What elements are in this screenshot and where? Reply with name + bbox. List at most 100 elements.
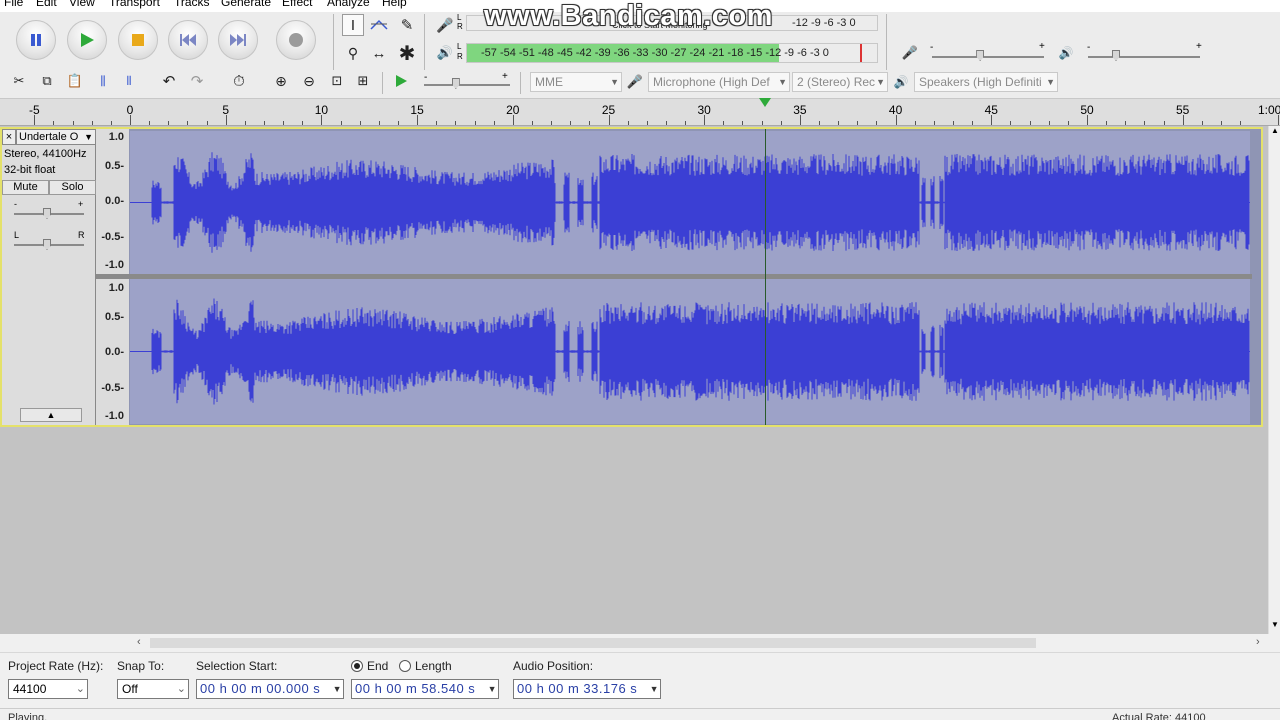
ruler-minor-tick	[589, 121, 591, 125]
menu-edit[interactable]: Edit	[36, 0, 57, 9]
record-button[interactable]	[276, 20, 316, 60]
input-volume-thumb[interactable]	[976, 50, 985, 61]
solo-button[interactable]: Solo	[49, 180, 96, 195]
timeline-ruler[interactable]: -5 0 5 10 15 20 25 30 35 40 45 50 55 1:00	[0, 98, 1280, 126]
zoom-in-button[interactable]: ⊕	[270, 70, 292, 92]
ruler-major-tick	[417, 115, 419, 125]
ruler-minor-tick	[1067, 121, 1069, 125]
playback-meter-button[interactable]: 🔊	[434, 42, 456, 64]
ruler-minor-tick	[570, 121, 572, 125]
redo-button[interactable]: ↷	[186, 70, 208, 92]
triangle-up-icon: ▲	[46, 410, 56, 420]
menu-analyze[interactable]: Analyze	[327, 0, 370, 9]
mute-button[interactable]: Mute	[2, 180, 49, 195]
ruler-minor-tick	[1106, 121, 1108, 125]
envelope-tool-button[interactable]	[368, 14, 390, 36]
magnifier-icon: ⚲	[347, 44, 359, 61]
skip-to-end-button[interactable]	[218, 20, 258, 60]
skip-to-start-button[interactable]	[168, 20, 208, 60]
menu-help[interactable]: Help	[382, 0, 407, 9]
fit-project-button[interactable]: ⊞	[352, 70, 374, 92]
pan-slider-thumb[interactable]	[43, 239, 51, 250]
asterisk-icon: ✱	[398, 42, 416, 65]
menu-file[interactable]: File	[4, 0, 23, 9]
envelope-icon	[370, 19, 388, 30]
chevron-up-icon[interactable]: ▲	[1271, 126, 1279, 135]
selection-end-time[interactable]: 00 h 00 m 58.540 s ▼	[351, 679, 499, 699]
vertical-scrollbar[interactable]: ▲ ▼	[1268, 126, 1280, 634]
audio-position-label: Audio Position:	[513, 659, 594, 673]
close-track-button[interactable]: ×	[2, 129, 16, 145]
menu-effect[interactable]: Effect	[282, 0, 312, 9]
horizontal-scrollbar-thumb[interactable]	[150, 638, 1036, 648]
snap-to-select[interactable]: Off ⌄	[117, 679, 189, 699]
input-volume-slider[interactable]	[932, 56, 1044, 58]
audio-host-select[interactable]: MME ▼	[530, 72, 622, 92]
draw-tool-button[interactable]: ✎	[396, 14, 418, 36]
time-shift-tool-button[interactable]: ↔	[368, 42, 390, 64]
chevron-right-icon[interactable]: ›	[1256, 636, 1260, 648]
playhead-marker[interactable]	[758, 98, 771, 107]
track-name-menu[interactable]: Undertale O ▼	[16, 129, 96, 145]
end-radio[interactable]	[351, 660, 363, 672]
ruler-minor-tick	[531, 121, 533, 125]
zoom-out-button[interactable]: ⊖	[298, 70, 320, 92]
stop-button[interactable]	[118, 20, 158, 60]
recording-channels-select[interactable]: 2 (Stereo) Rec ▼	[792, 72, 888, 92]
track-format-info: Stereo, 44100Hz	[4, 148, 87, 160]
zoom-tool-button[interactable]: ⚲	[342, 42, 364, 64]
menu-tracks[interactable]: Tracks	[174, 0, 210, 9]
copy-button[interactable]: ⧉	[36, 70, 58, 92]
speed-slider-minus: -	[424, 72, 428, 83]
ruler-minor-tick	[1163, 121, 1165, 125]
play-speed-slider[interactable]	[424, 84, 510, 86]
pause-icon	[31, 34, 41, 46]
pause-button[interactable]	[16, 20, 56, 60]
silence-button[interactable]: ⫴	[118, 70, 140, 92]
sync-lock-button[interactable]: ⏱	[228, 70, 250, 92]
selection-start-time[interactable]: 00 h 00 m 00.000 s ▼	[196, 679, 344, 699]
undo-button[interactable]: ↶	[158, 70, 180, 92]
record-meter-button[interactable]: 🎤	[434, 14, 456, 36]
input-volume-icon-button: 🎤	[899, 42, 921, 64]
playback-device-select[interactable]: Speakers (High Definiti ▼	[914, 72, 1058, 92]
trim-button[interactable]: ⫼	[92, 70, 114, 92]
chevron-left-icon[interactable]: ‹	[137, 636, 141, 648]
ruler-minor-tick	[187, 121, 189, 125]
waveform-right-channel[interactable]	[130, 279, 1250, 424]
menu-generate[interactable]: Generate	[221, 0, 271, 9]
solo-label: Solo	[61, 181, 84, 193]
length-radio[interactable]	[399, 660, 411, 672]
output-volume-thumb[interactable]	[1112, 50, 1120, 61]
play-button[interactable]	[67, 20, 107, 60]
play-speed-thumb[interactable]	[451, 78, 460, 89]
playback-meter-channel-r: R	[457, 52, 463, 61]
audio-position-time[interactable]: 00 h 00 m 33.176 s ▼	[513, 679, 661, 699]
paste-button[interactable]: 📋	[64, 70, 86, 92]
ruler-minor-tick	[1048, 121, 1050, 125]
cut-button[interactable]: ✂	[8, 70, 30, 92]
menu-view[interactable]: View	[69, 0, 95, 9]
chevron-down-icon: ⌄	[176, 683, 186, 695]
waveform-left-channel[interactable]	[130, 131, 1250, 274]
recording-device-select[interactable]: Microphone (High Def ▼	[648, 72, 790, 92]
actual-rate-text: Actual Rate: 44100	[1112, 712, 1206, 720]
playback-meter-scale: -57 -54 -51 -48 -45 -42 -39 -36 -33 -30 …	[481, 47, 829, 59]
gain-slider-thumb[interactable]	[43, 208, 51, 219]
record-meter-scale: -12 -9 -6 -3 0	[792, 17, 856, 29]
play-at-speed-button[interactable]	[390, 70, 412, 92]
menu-transport[interactable]: Transport	[109, 0, 160, 9]
zoom-in-icon: ⊕	[275, 72, 287, 89]
ruler-minor-tick	[1240, 121, 1242, 125]
track-bit-depth-info: 32-bit float	[4, 164, 56, 176]
output-volume-slider[interactable]	[1088, 56, 1200, 58]
project-rate-select[interactable]: 44100 ⌄	[8, 679, 88, 699]
multi-tool-button[interactable]: ✱	[396, 42, 418, 65]
audio-host-value: MME	[535, 75, 563, 89]
collapse-track-button[interactable]: ▲	[20, 408, 82, 422]
fit-selection-button[interactable]: ⊡	[326, 70, 348, 92]
scale-zero-label: 0.0-	[105, 195, 124, 207]
selection-tool-button[interactable]: I	[342, 14, 364, 36]
chevron-down-icon[interactable]: ▼	[1271, 620, 1279, 629]
play-icon	[396, 75, 407, 87]
